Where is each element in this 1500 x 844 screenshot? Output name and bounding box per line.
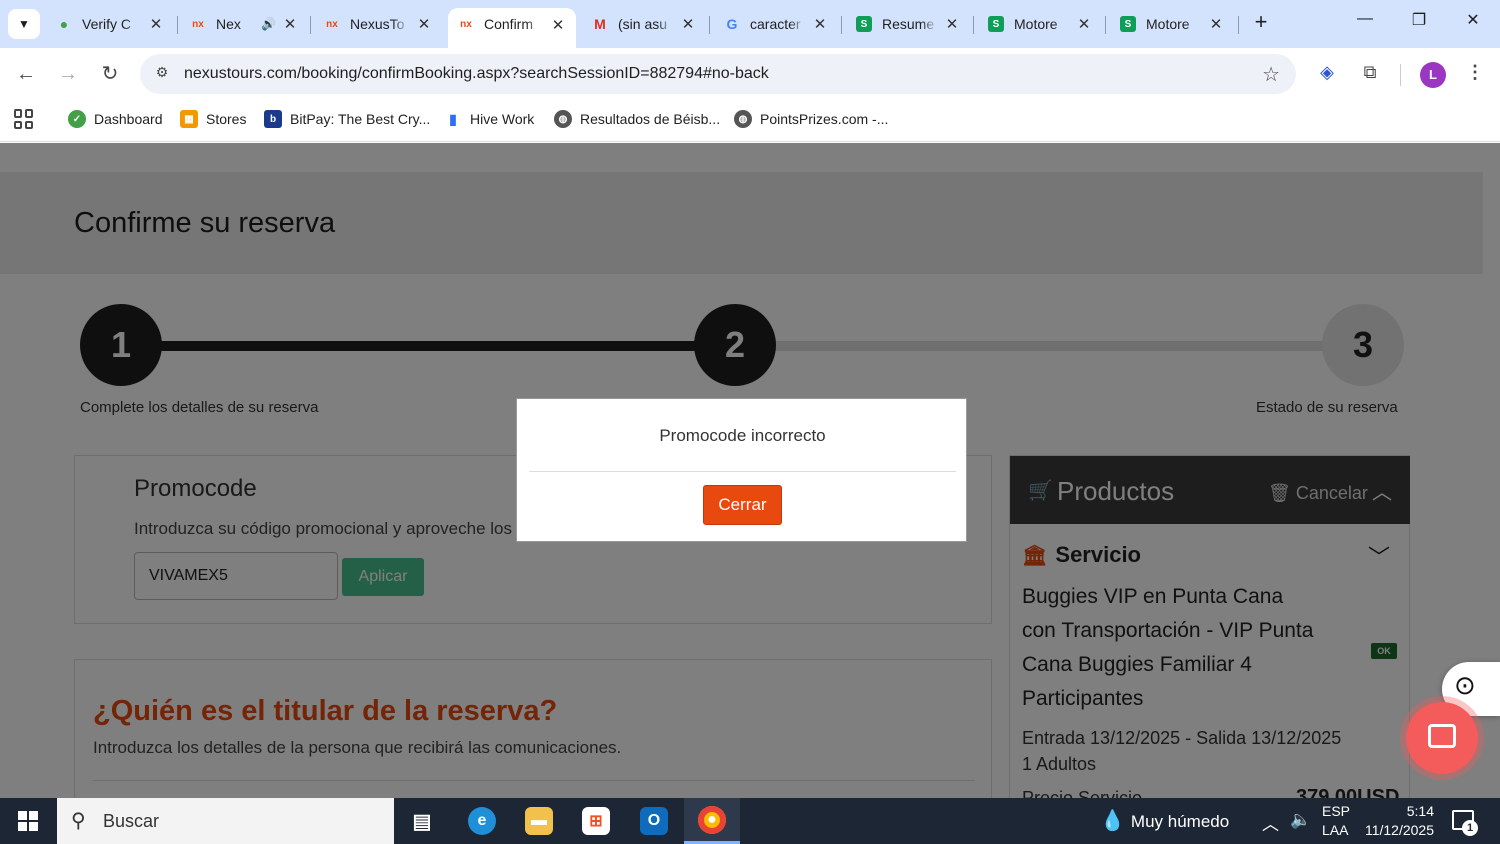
bookmark-stores[interactable]: ▦ Stores	[180, 108, 246, 130]
outlook-icon[interactable]: O	[626, 798, 682, 844]
close-tab-icon[interactable]: ✕	[148, 15, 164, 33]
gmail-icon: M	[594, 16, 606, 32]
tab-separator	[177, 16, 178, 34]
browser-tab[interactable]: nx Nex 🔊 ✕	[180, 8, 308, 40]
speaker-icon[interactable]: 🔊	[261, 17, 276, 31]
check-circle-icon: ✓	[68, 110, 86, 128]
close-tab-icon[interactable]: ✕	[550, 16, 566, 34]
address-bar[interactable]: ⚙ nexustours.com/booking/confirmBooking.…	[140, 54, 1296, 94]
sheet-icon: S	[988, 16, 1004, 32]
tab-separator	[973, 16, 974, 34]
bookmark-star-icon[interactable]: ☆	[1262, 62, 1280, 87]
back-icon[interactable]: ←	[12, 60, 40, 88]
puzzle-icon[interactable]: ⧉	[1357, 62, 1383, 88]
windows-start-icon[interactable]	[0, 798, 56, 844]
tab-search-button[interactable]: ▼	[8, 9, 40, 39]
profile-avatar[interactable]: L	[1420, 62, 1446, 88]
task-view-icon[interactable]: ▤	[394, 798, 450, 844]
raindrop-icon: 💧	[1100, 810, 1125, 832]
close-tab-icon[interactable]: ✕	[812, 15, 828, 33]
bookmark-resultados[interactable]: ◍ Resultados de Béisb...	[554, 108, 720, 130]
tab-separator	[310, 16, 311, 34]
magnifier-code-icon: ⊙	[1454, 670, 1476, 700]
url-text[interactable]: nexustours.com/booking/confirmBooking.as…	[184, 65, 769, 83]
close-tab-icon[interactable]: ✕	[1208, 15, 1224, 33]
nexus-logo-icon: nx	[460, 18, 472, 30]
volume-icon[interactable]: 🔈	[1290, 810, 1311, 830]
close-tab-icon[interactable]: ✕	[680, 15, 696, 33]
close-modal-button[interactable]: Cerrar	[703, 485, 782, 525]
browser-tab[interactable]: M (sin asu ✕	[582, 8, 706, 40]
tab-separator	[1238, 16, 1239, 34]
tab-separator	[709, 16, 710, 34]
bookmark-dashboard[interactable]: ✓ Dashboard	[68, 108, 163, 130]
taskbar-search-placeholder: Buscar	[103, 811, 160, 831]
forward-icon[interactable]: →	[54, 60, 82, 88]
promocode-error-modal: Promocode incorrecto Cerrar	[516, 398, 967, 542]
browser-tab-active[interactable]: nx Confirm ✕	[448, 8, 576, 48]
store-icon[interactable]: ⊞	[568, 798, 624, 844]
tab-strip: ▼ ● Verify C ✕ nx Nex 🔊 ✕ nx NexusTo ✕ n…	[0, 0, 1500, 48]
bitpay-icon: b	[264, 110, 282, 128]
check-circle-icon: ●	[59, 16, 69, 32]
close-tab-icon[interactable]: ✕	[416, 15, 432, 33]
modal-message: Promocode incorrecto	[659, 426, 826, 445]
taskbar-search[interactable]: ⚲ Buscar	[57, 798, 394, 844]
browser-tab[interactable]: S Motore ✕	[978, 8, 1102, 40]
bookmark-pointsprizes[interactable]: ◍ PointsPrizes.com -...	[734, 108, 888, 130]
close-window-icon[interactable]: ✕	[1458, 10, 1488, 36]
globe-icon: ◍	[734, 110, 752, 128]
divider	[529, 471, 956, 472]
chevron-down-icon: ▼	[18, 17, 30, 31]
nexus-logo-icon: nx	[192, 18, 204, 30]
site-info-icon[interactable]: ⚙	[152, 64, 172, 84]
menu-kebab-icon[interactable]: ⋮	[1462, 62, 1488, 88]
new-tab-button[interactable]: +	[1248, 10, 1274, 36]
tab-separator	[1105, 16, 1106, 34]
search-icon: ⚲	[71, 810, 86, 832]
sheet-icon: S	[856, 16, 872, 32]
close-tab-icon[interactable]: ✕	[282, 15, 298, 33]
restore-icon[interactable]: ❐	[1404, 10, 1434, 36]
windows-taskbar: ⚲ Buscar ▤ e ▬ ⊞ O ● 💧 Muy húmedo ︿ 🔈 ESP…	[0, 798, 1500, 844]
reload-icon[interactable]: ↻	[96, 60, 124, 88]
toolbar-divider	[1400, 64, 1401, 86]
edge-icon[interactable]: e	[454, 798, 510, 844]
notification-count-badge: 1	[1462, 820, 1478, 836]
close-tab-icon[interactable]: ✕	[944, 15, 960, 33]
browser-tab[interactable]: S Resume ✕	[846, 8, 970, 40]
browser-tab[interactable]: S Motore ✕	[1110, 8, 1234, 40]
weather-widget[interactable]: 💧 Muy húmedo	[1100, 808, 1229, 833]
globe-icon: ◍	[554, 110, 572, 128]
bookmarks-bar: ✓ Dashboard ▦ Stores b BitPay: The Best …	[0, 100, 1500, 142]
chrome-icon[interactable]: ●	[684, 798, 740, 844]
browser-tab[interactable]: nx NexusTo ✕	[314, 8, 442, 40]
chat-icon	[1428, 724, 1456, 748]
page-viewport: Confirme su reserva 1 2 3 Complete los d…	[0, 143, 1500, 798]
clock[interactable]: 5:14 11/12/2025	[1364, 802, 1434, 840]
sheet-icon: S	[1120, 16, 1136, 32]
tray-chevron-up-icon[interactable]: ︿	[1262, 810, 1279, 835]
google-icon: G	[726, 16, 738, 32]
tab-separator	[841, 16, 842, 34]
browser-tab[interactable]: ● Verify C ✕	[46, 8, 174, 40]
extension-icon[interactable]: ◈	[1314, 62, 1340, 88]
hive-icon: ▮	[444, 110, 462, 128]
file-explorer-icon[interactable]: ▬	[511, 798, 567, 844]
minimize-icon[interactable]: —	[1350, 10, 1380, 36]
chat-button[interactable]	[1406, 702, 1478, 774]
browser-tab[interactable]: G caracter ✕	[714, 8, 838, 40]
close-tab-icon[interactable]: ✕	[1076, 15, 1092, 33]
apps-grid-icon[interactable]	[14, 109, 34, 129]
bookmark-bitpay[interactable]: b BitPay: The Best Cry...	[264, 108, 430, 130]
browser-toolbar: ← → ↻ ⚙ nexustours.com/booking/confirmBo…	[0, 48, 1500, 100]
nexus-logo-icon: nx	[326, 18, 338, 30]
bookmark-hive-work[interactable]: ▮ Hive Work	[444, 108, 534, 130]
language-indicator[interactable]: ESP LAA	[1322, 802, 1350, 840]
stores-icon: ▦	[180, 110, 198, 128]
